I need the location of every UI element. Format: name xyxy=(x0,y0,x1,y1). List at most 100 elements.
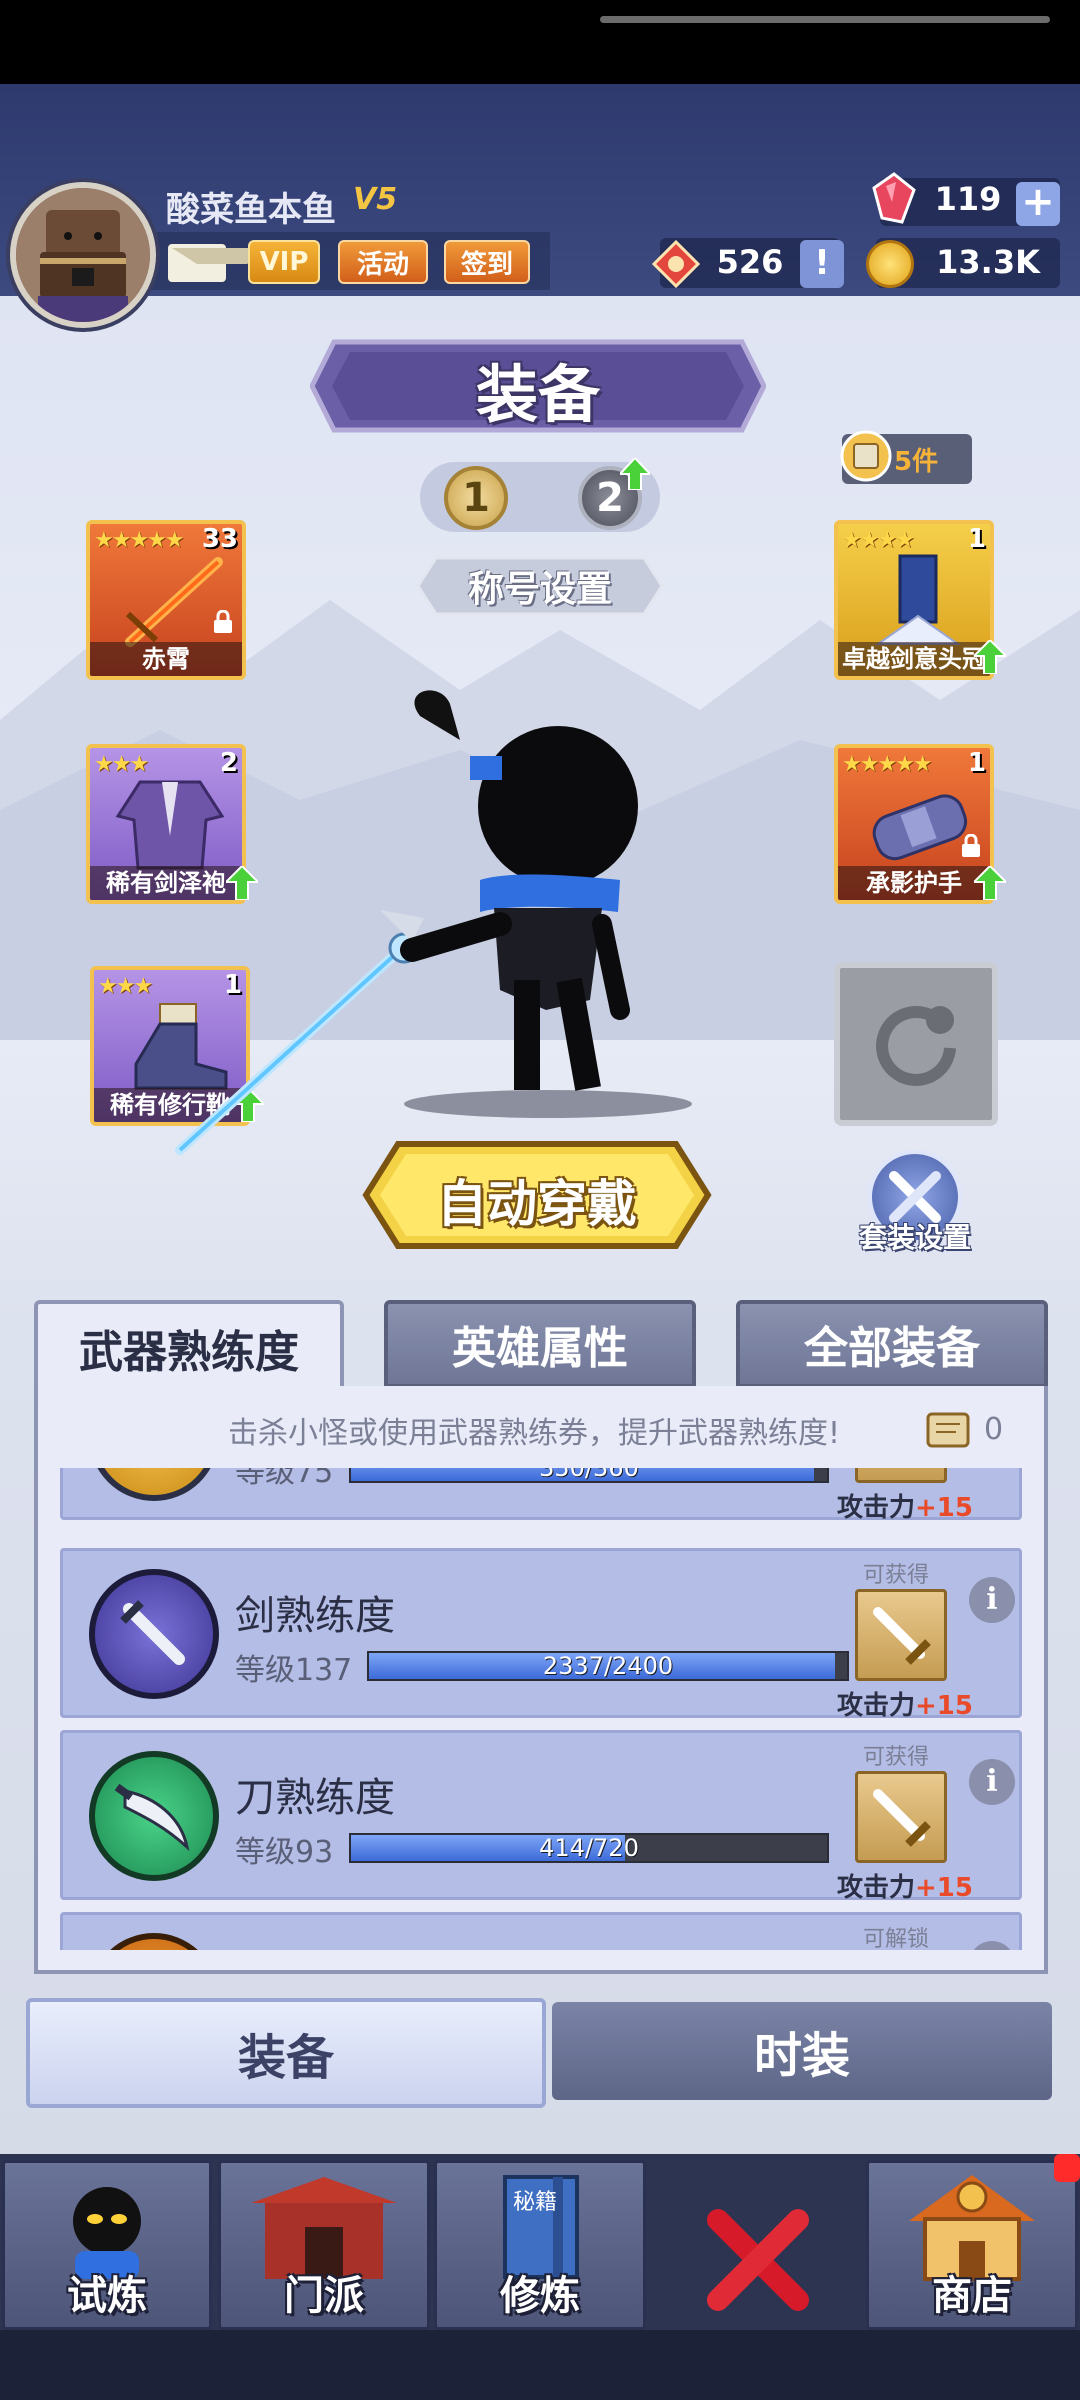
nav-equipment-active[interactable] xyxy=(648,2140,860,2330)
info-button[interactable]: i xyxy=(969,1759,1015,1805)
segment-equipment[interactable]: 装备 xyxy=(26,1998,546,2108)
book-title-top: 秘籍 xyxy=(513,2190,557,2215)
mastery-badge xyxy=(89,1468,219,1501)
mastery-hint: 击杀小怪或使用武器熟练券，提升武器熟练度! xyxy=(228,1416,841,1451)
add-gems-button[interactable]: + xyxy=(1016,182,1060,226)
rarity-stars: ★★★ xyxy=(98,974,153,999)
rarity-stars: ★★★★★ xyxy=(842,752,933,777)
mastery-row-sword[interactable]: 剑熟练度 等级137 2337/2400 可获得 攻击力+15 i xyxy=(60,1548,1022,1721)
auto-equip-label: 自动穿戴 xyxy=(437,1175,637,1233)
reward-available-label: 可获得 xyxy=(863,1745,930,1770)
honor-count: 526 xyxy=(716,243,784,281)
crown-icon xyxy=(874,554,962,645)
coin-icon xyxy=(866,240,914,288)
sword-reward-icon xyxy=(873,1607,931,1665)
notification-dot xyxy=(1054,2154,1080,2182)
coin-count: 13.3K xyxy=(936,243,1040,281)
rarity-stars: ★★★★ xyxy=(842,528,915,553)
info-button[interactable]: i xyxy=(969,1941,1015,1950)
gem-count: 119 xyxy=(934,180,1002,218)
mastery-list[interactable]: 等级75 350/360 攻击力+15 剑熟练度 等级137 2337/2400… xyxy=(60,1468,1022,1950)
item-level: 33 xyxy=(201,524,238,554)
mastery-progress-text: 350/360 xyxy=(539,1468,639,1482)
ticket-count: 0 xyxy=(984,1412,1004,1447)
nav-shop-label: 商店 xyxy=(932,2273,1012,2319)
attack-bonus: 攻击力+15 xyxy=(837,1867,973,1904)
honor-token-icon xyxy=(652,240,700,288)
mastery-progress: 350/360 xyxy=(349,1468,829,1483)
attack-label: 攻击力 xyxy=(837,1873,916,1903)
mastery-progress: 2337/2400 xyxy=(367,1651,849,1681)
attack-bonus-value: +15 xyxy=(915,1691,973,1721)
reward-item[interactable] xyxy=(855,1589,947,1681)
activity-button[interactable]: 活动 xyxy=(338,240,428,284)
blade-icon xyxy=(114,1783,190,1852)
mastery-row[interactable]: 可解锁 i xyxy=(60,1912,1022,1950)
attack-bonus-value: +15 xyxy=(915,1493,973,1523)
attack-label: 攻击力 xyxy=(837,1493,916,1523)
helmet-slot[interactable]: ★★★★ 1 卓越剑意头冠 xyxy=(834,520,994,680)
attack-bonus-value: +15 xyxy=(915,1873,973,1903)
tab-hero-attributes[interactable]: 英雄属性 xyxy=(384,1300,696,1388)
nav-sect[interactable]: 门派 xyxy=(218,2160,430,2330)
nav-shop[interactable]: 商店 xyxy=(866,2160,1078,2330)
sword-icon xyxy=(120,1600,185,1665)
mastery-title: 刀熟练度 xyxy=(235,1775,395,1821)
mastery-progress: 414/720 xyxy=(349,1833,829,1863)
nav-trial[interactable]: 试炼 xyxy=(2,2160,212,2330)
vip-button[interactable]: VIP xyxy=(248,240,320,284)
tab-all-equipment[interactable]: 全部装备 xyxy=(736,1300,1048,1388)
honor-info-button[interactable]: ! xyxy=(800,240,844,288)
info-button[interactable]: i xyxy=(969,1577,1015,1623)
reward-available-label: 可获得 xyxy=(863,1563,930,1588)
reward-item[interactable] xyxy=(855,1771,947,1863)
weapon-slot[interactable]: ★★★★★ 33 赤霄 xyxy=(86,520,246,680)
vip-level: V5 xyxy=(353,182,398,217)
set-scroll-icon xyxy=(840,430,892,482)
treasure-chest-icon xyxy=(16,188,150,322)
nav-trial-label: 试炼 xyxy=(67,2273,147,2319)
item-name: 承影护手 xyxy=(838,866,990,900)
mastery-badge xyxy=(89,1933,219,1950)
gem-icon xyxy=(872,172,916,224)
set-config-label: 套装设置 xyxy=(858,1221,971,1254)
gloves-slot[interactable]: ★★★★★ 1 承影护手 xyxy=(834,744,994,904)
mastery-progress-text: 2337/2400 xyxy=(542,1652,674,1680)
sword-mastery-badge xyxy=(89,1569,219,1699)
crossed-swords-icon xyxy=(707,2209,809,2311)
upgrade-arrow-icon xyxy=(974,866,1006,900)
player-name: 酸菜鱼本鱼 xyxy=(166,190,336,230)
empty-slot[interactable] xyxy=(834,962,998,1126)
mastery-ticket-icon xyxy=(926,1412,970,1448)
mastery-level: 等级137 xyxy=(235,1653,353,1688)
player-avatar[interactable] xyxy=(10,182,156,328)
mastery-level: 等级93 xyxy=(235,1835,334,1870)
mastery-level: 等级75 xyxy=(235,1468,334,1490)
mastery-row[interactable]: 等级75 350/360 攻击力+15 xyxy=(60,1468,1022,1523)
blade-mastery-badge xyxy=(89,1751,219,1881)
signin-button[interactable]: 签到 xyxy=(444,240,530,284)
item-name: 赤霄 xyxy=(90,642,242,676)
mastery-progress-text: 414/720 xyxy=(539,1834,639,1862)
nav-sect-label: 门派 xyxy=(284,2273,364,2319)
segment-costume[interactable]: 时装 xyxy=(552,2002,1052,2100)
set-count-label: 5件 xyxy=(894,447,939,477)
hero-character xyxy=(175,690,692,1155)
rarity-stars: ★★★★★ xyxy=(94,528,185,553)
attack-label: 攻击力 xyxy=(837,1691,916,1721)
mail-button[interactable] xyxy=(168,244,272,282)
lock-icon xyxy=(214,610,232,633)
upgrade-arrow-icon xyxy=(620,458,650,490)
loadout-1-button[interactable]: 1 xyxy=(444,466,508,530)
mastery-row-blade[interactable]: 刀熟练度 等级93 414/720 可获得 攻击力+15 i xyxy=(60,1730,1022,1903)
sword-reward-icon xyxy=(873,1789,931,1847)
nav-train-label: 修炼 xyxy=(500,2273,580,2319)
item-level: 1 xyxy=(967,748,986,778)
tab-weapon-mastery[interactable]: 武器熟练度 xyxy=(34,1300,344,1392)
nav-train[interactable]: 秘籍 修炼 xyxy=(434,2160,646,2330)
page-title: 装备 xyxy=(475,358,600,431)
lock-icon xyxy=(962,834,980,857)
bottom-nav-base xyxy=(0,2330,1080,2400)
status-bar xyxy=(0,0,1080,84)
attack-bonus: 攻击力+15 xyxy=(837,1487,973,1524)
